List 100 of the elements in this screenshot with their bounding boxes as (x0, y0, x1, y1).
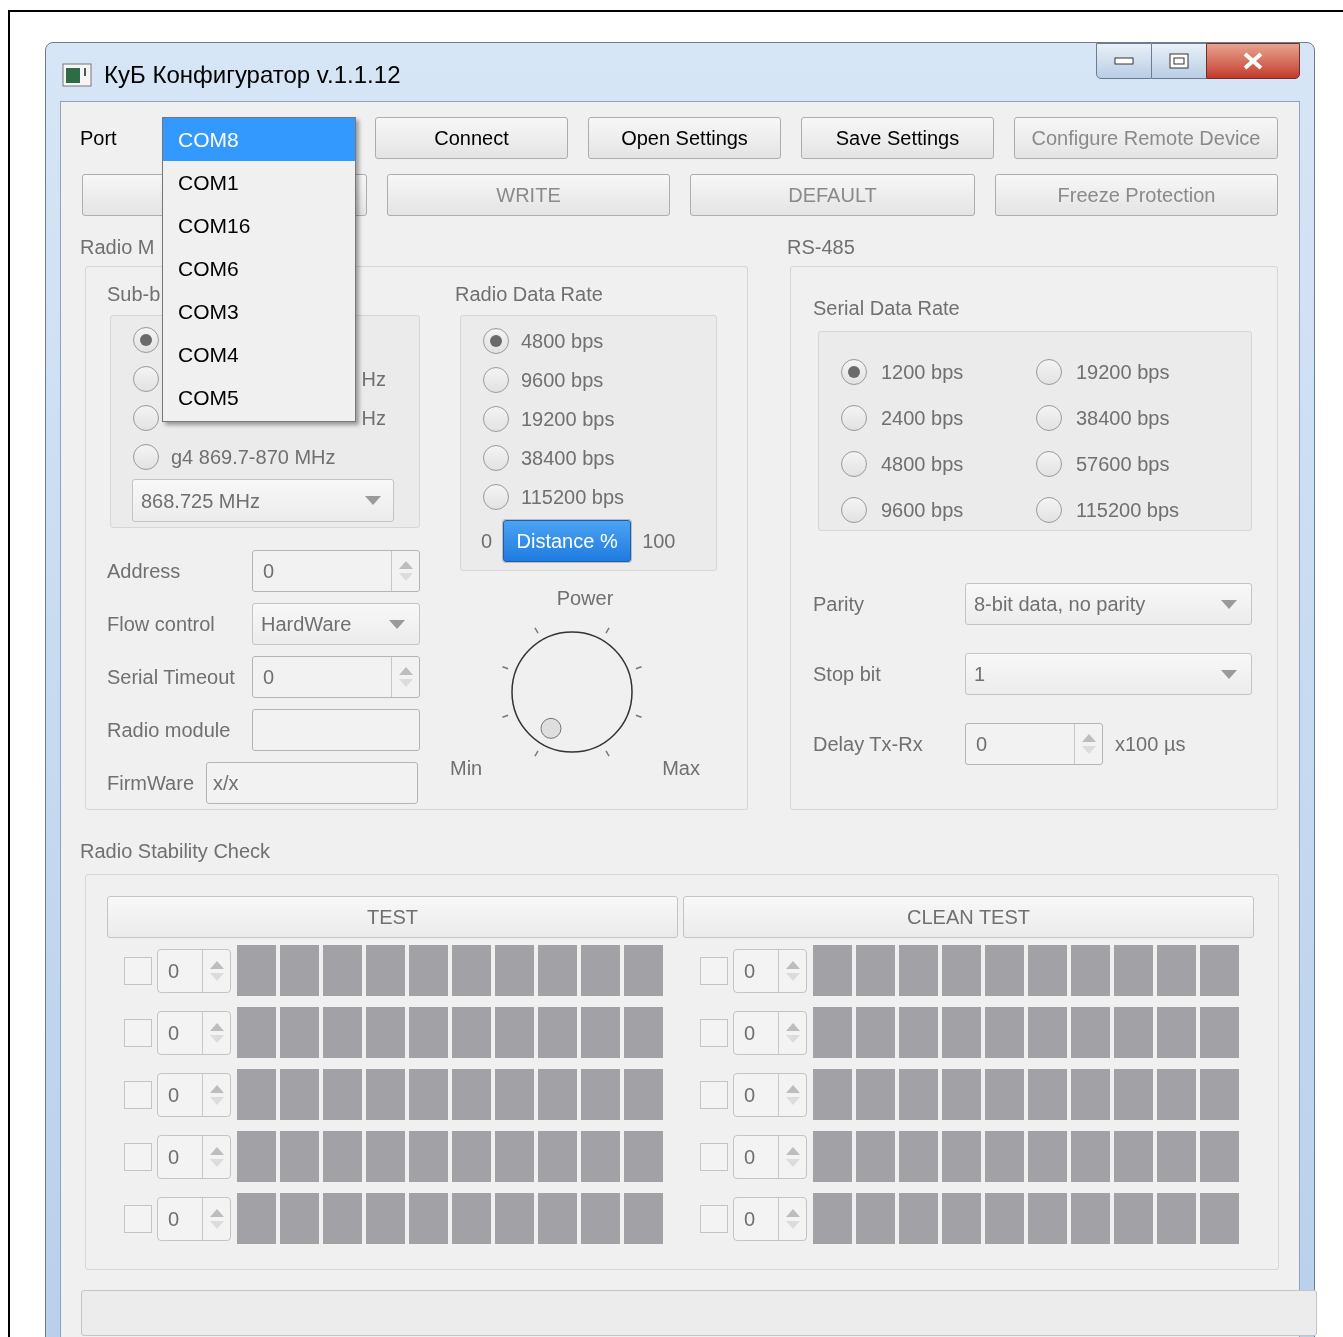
close-icon (1242, 52, 1264, 70)
checkbox[interactable] (700, 1018, 728, 1047)
dropdown-item[interactable]: COM8 (163, 118, 355, 161)
spin-box[interactable]: 0 (252, 656, 420, 698)
combo-box[interactable]: HardWare (252, 603, 420, 645)
radio-label: g4 869.7-870 MHz (171, 445, 336, 470)
spin-box[interactable]: 0 (733, 948, 807, 993)
radio-button[interactable] (483, 367, 509, 393)
radio-label: 57600 bps (1076, 452, 1170, 477)
radio-label: 4800 bps (521, 329, 604, 354)
radio-label: 115200 bps (1076, 498, 1180, 523)
spin-box[interactable]: 0 (157, 1072, 231, 1117)
field-label: Delay Tx-Rx (813, 732, 924, 757)
caret-icon (389, 619, 405, 629)
checkbox[interactable] (700, 1204, 728, 1233)
dropdown-item[interactable]: COM16 (163, 204, 355, 247)
radio-button[interactable] (1036, 405, 1062, 431)
radio-label: 9600 bps (521, 368, 604, 393)
checkbox[interactable] (124, 1018, 152, 1047)
radio-label: 115200 bps (521, 485, 625, 510)
text-field[interactable]: x/x (206, 762, 419, 804)
field-label: Serial Timeout (107, 665, 236, 690)
radio-button[interactable] (133, 444, 159, 470)
radio-label: 38400 bps (521, 446, 615, 471)
radio-label: 19200 bps (521, 407, 615, 432)
field-label: Parity (813, 592, 866, 617)
checkbox[interactable] (124, 1142, 152, 1171)
text-field[interactable] (252, 709, 420, 751)
group-title: RS-485 (787, 236, 855, 258)
spin-box[interactable]: 0 (733, 1134, 807, 1179)
range-max-label: 100 (642, 529, 676, 554)
radio-button[interactable] (841, 405, 867, 431)
minimize-icon (1114, 57, 1134, 65)
radio-label: 9600 bps (881, 498, 964, 523)
max-label: Max (662, 756, 700, 781)
checkbox[interactable] (124, 1204, 152, 1233)
spin-box[interactable]: 0 (965, 723, 1103, 765)
dropdown-item[interactable]: COM3 (163, 290, 355, 333)
power-label: Power (556, 586, 614, 611)
spin-box[interactable]: 0 (157, 1196, 231, 1241)
dropdown-item[interactable]: COM5 (163, 376, 355, 419)
radio-button[interactable] (1036, 451, 1062, 477)
radio-button[interactable] (841, 451, 867, 477)
field-label: Flow control (107, 612, 216, 637)
dropdown-item[interactable]: COM1 (163, 161, 355, 204)
spin-box[interactable]: 0 (157, 948, 231, 993)
radio-label: 19200 bps (1076, 360, 1170, 385)
radio-label: 1200 bps (881, 360, 964, 385)
checkbox[interactable] (124, 956, 152, 985)
min-label: Min (450, 756, 483, 781)
field-label: FirmWare (107, 771, 195, 796)
combo-box[interactable]: 8-bit data, no parity (965, 583, 1252, 625)
caret-icon (1221, 599, 1237, 609)
push-button[interactable]: Save Settings (801, 117, 994, 159)
caret-icon (1221, 669, 1237, 679)
port-label: Port (80, 126, 118, 151)
combo-box[interactable]: 1 (965, 653, 1252, 695)
radio-label: Hz (361, 406, 386, 431)
maximize-button[interactable] (1152, 43, 1206, 79)
push-button[interactable]: Connect (375, 117, 568, 159)
distance-label: Distance % (515, 529, 619, 554)
push-button[interactable]: Open Settings (588, 117, 781, 159)
checkbox[interactable] (124, 1080, 152, 1109)
group-title: Radio Stability Check (80, 840, 271, 862)
field-label: Stop bit (813, 662, 882, 687)
checkbox[interactable] (700, 956, 728, 985)
unit-label: x100 µs (1115, 732, 1186, 757)
group-title: Sub-b (107, 283, 161, 305)
radio-button[interactable] (483, 328, 509, 354)
radio-button[interactable] (483, 484, 509, 510)
radio-button[interactable] (483, 445, 509, 471)
checkbox[interactable] (700, 1142, 728, 1171)
minimize-button[interactable] (1096, 43, 1152, 79)
test-button[interactable]: TEST (107, 896, 678, 938)
spin-box[interactable]: 0 (733, 1196, 807, 1241)
group-title: Radio M (80, 236, 155, 258)
radio-button[interactable] (841, 497, 867, 523)
spin-box[interactable]: 0 (733, 1010, 807, 1055)
spin-box[interactable]: 0 (157, 1134, 231, 1179)
range-min-label: 0 (481, 529, 493, 554)
combo-box[interactable]: 868.725 MHz (132, 479, 394, 522)
radio-button[interactable] (133, 327, 159, 353)
spin-box[interactable]: 0 (157, 1010, 231, 1055)
field-label: Address (107, 559, 182, 584)
radio-button[interactable] (483, 406, 509, 432)
dropdown-item[interactable]: COM6 (163, 247, 355, 290)
radio-button[interactable] (133, 366, 159, 392)
radio-button[interactable] (841, 359, 867, 385)
dropdown-item[interactable]: COM4 (163, 333, 355, 376)
caret-icon (365, 496, 381, 505)
radio-button[interactable] (133, 405, 159, 431)
radio-button[interactable] (1036, 359, 1062, 385)
close-button[interactable] (1206, 43, 1300, 79)
radio-button[interactable] (1036, 497, 1062, 523)
group-title: Serial Data Rate (813, 297, 960, 319)
checkbox[interactable] (700, 1080, 728, 1109)
spin-box[interactable]: 0 (252, 550, 420, 592)
group-title: Radio Data Rate (455, 283, 603, 305)
spin-box[interactable]: 0 (733, 1072, 807, 1117)
test-button[interactable]: CLEAN TEST (683, 896, 1254, 938)
